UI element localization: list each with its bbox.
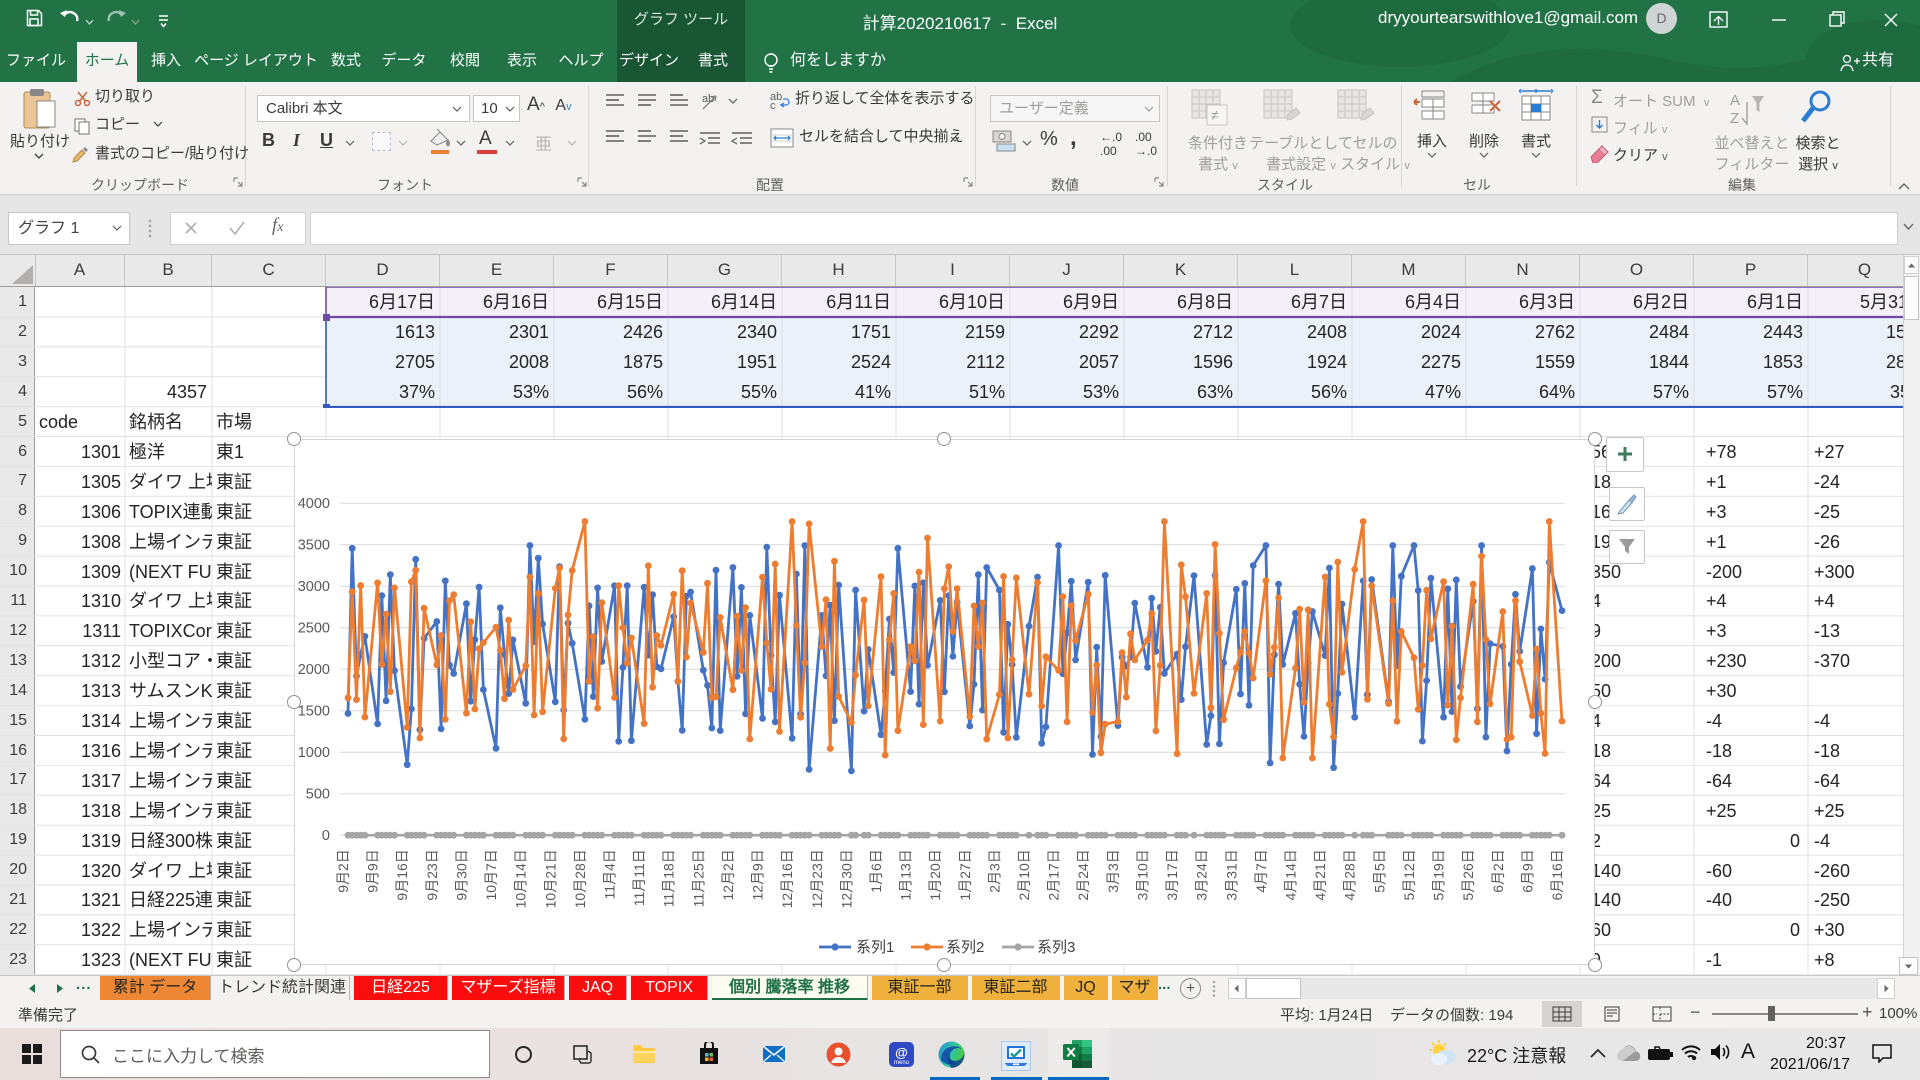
svg-text:6月16日: 6月16日 <box>1549 849 1565 900</box>
svg-text:2月10日: 2月10日 <box>1016 849 1032 900</box>
svg-text:10月28日: 10月28日 <box>572 849 588 908</box>
svg-text:系列1: 系列1 <box>856 939 894 956</box>
svg-text:3000: 3000 <box>298 579 330 595</box>
svg-text:2000: 2000 <box>298 662 330 678</box>
svg-text:menu: menu <box>894 1060 909 1066</box>
svg-text:Z: Z <box>1730 110 1739 127</box>
svg-text:4000: 4000 <box>298 496 330 512</box>
svg-text:12月23日: 12月23日 <box>809 849 825 908</box>
svg-text:12月2日: 12月2日 <box>720 849 736 900</box>
svg-text:9月16日: 9月16日 <box>394 849 410 900</box>
svg-text:系列3: 系列3 <box>1037 939 1075 956</box>
svg-text:3月31日: 3月31日 <box>1223 849 1239 900</box>
svg-text:12月30日: 12月30日 <box>838 849 854 908</box>
svg-text:5月26日: 5月26日 <box>1460 849 1476 900</box>
svg-text:11月18日: 11月18日 <box>661 849 677 907</box>
svg-text:9月30日: 9月30日 <box>453 849 469 900</box>
svg-text:1月20日: 1月20日 <box>927 849 943 900</box>
svg-text:@: @ <box>895 1045 908 1060</box>
svg-text:2月17日: 2月17日 <box>1046 849 1062 900</box>
svg-text:11月25日: 11月25日 <box>690 849 706 907</box>
svg-text:12月16日: 12月16日 <box>779 849 795 908</box>
svg-text:3月3日: 3月3日 <box>1105 849 1121 893</box>
svg-text:4月21日: 4月21日 <box>1312 849 1328 900</box>
svg-text:5月5日: 5月5日 <box>1371 849 1387 893</box>
svg-text:2500: 2500 <box>298 621 330 637</box>
svg-text:3月10日: 3月10日 <box>1135 849 1151 900</box>
svg-text:4月28日: 4月28日 <box>1342 849 1358 900</box>
svg-text:11月4日: 11月4日 <box>602 849 618 899</box>
svg-text:3月17日: 3月17日 <box>1164 849 1180 900</box>
svg-text:ab: ab <box>702 93 714 105</box>
svg-text:≠: ≠ <box>1211 107 1219 123</box>
svg-text:4月7日: 4月7日 <box>1253 849 1269 893</box>
svg-text:5月19日: 5月19日 <box>1431 849 1447 900</box>
svg-text:2月24日: 2月24日 <box>1075 849 1091 900</box>
svg-text:9月23日: 9月23日 <box>424 849 440 900</box>
svg-text:1500: 1500 <box>298 704 330 720</box>
svg-text:A: A <box>1730 92 1740 109</box>
svg-text:1000: 1000 <box>298 745 330 761</box>
svg-text:1月6日: 1月6日 <box>868 849 884 893</box>
svg-text:9月9日: 9月9日 <box>365 849 381 893</box>
svg-text:3500: 3500 <box>298 538 330 554</box>
svg-text:4月14日: 4月14日 <box>1283 849 1299 900</box>
svg-text:10月21日: 10月21日 <box>542 849 558 908</box>
svg-text:5月12日: 5月12日 <box>1401 849 1417 900</box>
svg-text:1月13日: 1月13日 <box>898 849 914 900</box>
svg-text:11月11日: 11月11日 <box>631 849 647 906</box>
svg-text:10月14日: 10月14日 <box>513 849 529 908</box>
svg-text:3月24日: 3月24日 <box>1194 849 1210 900</box>
svg-text:12月9日: 12月9日 <box>750 849 766 900</box>
svg-text:500: 500 <box>306 787 330 803</box>
svg-text:c: c <box>770 100 776 110</box>
svg-text:系列2: 系列2 <box>946 939 984 956</box>
svg-text:6月9日: 6月9日 <box>1519 849 1535 893</box>
svg-text:9月2日: 9月2日 <box>335 849 351 893</box>
svg-text:6月2日: 6月2日 <box>1490 849 1506 893</box>
svg-text:10月7日: 10月7日 <box>483 849 499 900</box>
svg-text:2月3日: 2月3日 <box>986 849 1002 893</box>
svg-text:0: 0 <box>322 828 330 844</box>
svg-text:1月27日: 1月27日 <box>957 849 973 900</box>
